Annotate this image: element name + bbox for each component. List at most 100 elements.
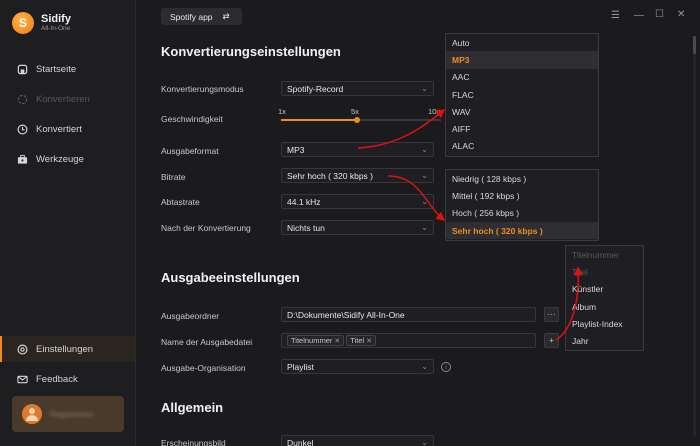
clock-icon (16, 123, 28, 135)
format-option[interactable]: AIFF (446, 120, 598, 137)
bitrate-option[interactable]: Niedrig ( 128 kbps ) (446, 170, 598, 187)
appearance-select[interactable]: Dunkel ⌄ (281, 435, 434, 446)
maximize-icon[interactable]: ☐ (655, 9, 664, 20)
output-folder-value: D:\Dokumente\Sidify All-In-One (287, 309, 405, 320)
format-option[interactable]: ALAC (446, 138, 598, 155)
format-option[interactable]: Auto (446, 34, 598, 51)
remove-tag-icon[interactable]: ✕ (366, 337, 372, 345)
menu-icon[interactable]: ☰ (611, 10, 620, 21)
chevron-down-icon: ⌄ (421, 197, 428, 206)
bitrate-option-selected[interactable]: Sehr hoch ( 320 kbps ) (446, 221, 598, 240)
format-label: Ausgabeformat (161, 146, 219, 156)
format-value: MP3 (287, 144, 305, 155)
speed-tick-min: 1x (278, 107, 286, 116)
speed-slider-handle[interactable] (354, 117, 360, 123)
mode-value: Spotify-Record (287, 83, 344, 94)
speed-tick-mid: 5x (351, 107, 359, 116)
scrollbar-thumb[interactable] (693, 36, 696, 54)
tag-option[interactable]: Künstler (566, 281, 643, 298)
bitrate-option[interactable]: Hoch ( 256 kbps ) (446, 205, 598, 222)
chevron-down-icon: ⌄ (421, 145, 428, 154)
sidebar-item-tools[interactable]: Werkzeuge (0, 146, 135, 172)
bitrate-value: Sehr hoch ( 320 kbps ) (287, 170, 373, 181)
filename-tags-field[interactable]: Titelnummer ✕ Titel ✕ (281, 333, 536, 348)
mail-icon (16, 373, 28, 385)
samplerate-select[interactable]: 44.1 kHz ⌄ (281, 194, 434, 209)
home-icon (16, 63, 28, 75)
browse-folder-button[interactable]: ··· (544, 307, 559, 322)
bitrate-select[interactable]: Sehr hoch ( 320 kbps ) ⌄ (281, 168, 434, 183)
sidebar-item-converted[interactable]: Konvertiert (0, 116, 135, 142)
organization-select[interactable]: Playlist ⌄ (281, 359, 434, 374)
general-section-title: Allgemein (161, 400, 224, 415)
format-option[interactable]: AAC (446, 69, 598, 86)
chevron-down-icon: ⌄ (421, 171, 428, 180)
bitrate-dropdown: Niedrig ( 128 kbps ) Mittel ( 192 kbps )… (445, 169, 599, 241)
sidebar-item-label: Einstellungen (36, 343, 94, 355)
filename-label: Name der Ausgabedatei (161, 337, 253, 347)
chevron-down-icon: ⌄ (421, 438, 428, 446)
sidebar: S Sidify All-In-One Startseite Konvertie… (0, 0, 136, 446)
organization-label: Ausgabe-Organisation (161, 363, 246, 373)
scrollbar-track[interactable] (693, 36, 696, 436)
app-name: Sidify (41, 12, 71, 25)
convert-icon (16, 93, 28, 105)
organization-value: Playlist (287, 361, 314, 372)
conversion-section-title: Konvertierungseinstellungen (161, 44, 341, 59)
bitrate-label: Bitrate (161, 172, 186, 182)
sidebar-item-label: Startseite (36, 63, 77, 75)
appearance-value: Dunkel (287, 437, 314, 446)
remove-tag-icon[interactable]: ✕ (334, 337, 340, 345)
format-option[interactable]: FLAC (446, 86, 598, 103)
samplerate-label: Abtastrate (161, 197, 200, 207)
brand: S Sidify All-In-One (12, 12, 71, 34)
sidebar-item-label: Feedback (36, 373, 78, 385)
app-subtitle: All-In-One (41, 24, 71, 32)
minimize-icon[interactable]: — (634, 10, 644, 21)
user-name: Registrieren (50, 409, 94, 419)
sidebar-item-convert[interactable]: Konvertieren (0, 86, 135, 112)
tag-option[interactable]: Album (566, 298, 643, 315)
output-folder-field[interactable]: D:\Dokumente\Sidify All-In-One (281, 307, 536, 322)
toolbox-icon (16, 153, 28, 165)
swap-icon: ⇄ (222, 11, 230, 21)
samplerate-value: 44.1 kHz (287, 196, 321, 207)
tag-option-disabled: Titelnummer (572, 249, 619, 260)
filename-tag-dropdown: Titelnummer Titel Künstler Album Playlis… (565, 245, 644, 351)
output-folder-label: Ausgabeordner (161, 311, 220, 321)
format-select[interactable]: MP3 ⌄ (281, 142, 434, 157)
format-dropdown: Auto MP3 AAC FLAC WAV AIFF ALAC (445, 33, 599, 157)
filename-tag[interactable]: Titelnummer ✕ (287, 335, 345, 346)
info-icon[interactable]: i (441, 362, 451, 372)
tag-option[interactable]: Jahr (566, 332, 643, 349)
sidebar-item-feedback[interactable]: Feedback (0, 366, 135, 392)
sidebar-item-home[interactable]: Startseite (0, 56, 135, 82)
user-account-button[interactable]: Registrieren (12, 396, 124, 432)
settings-panel: Spotify app ⇄ ☰ — ☐ ✕ Konvertierungseins… (137, 0, 700, 446)
speed-tick-max: 10x (428, 107, 441, 116)
source-switch-button[interactable]: Spotify app ⇄ (161, 8, 242, 25)
mode-label: Konvertierungsmodus (161, 84, 244, 94)
sidebar-item-settings[interactable]: Einstellungen (0, 336, 135, 362)
close-icon[interactable]: ✕ (677, 9, 685, 20)
speed-label: Geschwindigkeit (161, 114, 223, 124)
chevron-down-icon: ⌄ (421, 223, 428, 232)
source-label: Spotify app (170, 11, 213, 22)
appearance-label: Erscheinungsbild (161, 438, 226, 446)
format-option-selected[interactable]: MP3 (446, 51, 598, 69)
sidebar-item-label: Konvertieren (36, 93, 90, 105)
sidify-logo-icon: S (12, 12, 34, 34)
bitrate-option[interactable]: Mittel ( 192 kbps ) (446, 187, 598, 204)
format-option[interactable]: WAV (446, 103, 598, 120)
after-conversion-select[interactable]: Nichts tun ⌄ (281, 220, 434, 235)
mode-select[interactable]: Spotify-Record ⌄ (281, 81, 434, 96)
avatar-icon (22, 404, 42, 424)
after-conversion-label: Nach der Konvertierung (161, 223, 251, 233)
add-tag-button[interactable]: + (544, 333, 559, 348)
speed-slider-fill (281, 119, 357, 121)
chevron-down-icon: ⌄ (421, 84, 428, 93)
sidebar-item-label: Konvertiert (36, 123, 82, 135)
chevron-down-icon: ⌄ (421, 362, 428, 371)
filename-tag[interactable]: Titel ✕ (346, 335, 377, 346)
tag-option[interactable]: Playlist-Index (566, 315, 643, 332)
